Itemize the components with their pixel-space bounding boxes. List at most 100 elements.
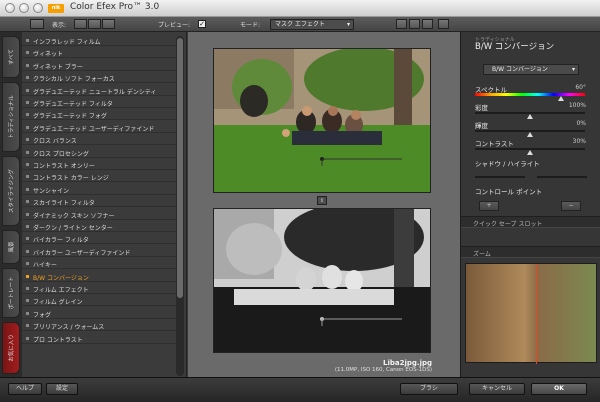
filter-name: サンシャイン <box>33 187 70 195</box>
filter-list-item[interactable]: グラデュエーテッド ユーザーディファインド <box>22 122 178 133</box>
filter-list-item[interactable]: ダイナミック スキン ソフナー <box>22 209 178 220</box>
brightness-label: 輝度 <box>475 122 488 130</box>
bullet-icon <box>26 51 29 55</box>
brightness-value: 0% <box>576 120 586 127</box>
filter-list-item[interactable]: グラデュエーテッド フォグ <box>22 109 178 121</box>
zoom-section[interactable]: ズーム <box>461 246 600 258</box>
filter-list-item[interactable]: クロス バランス <box>22 134 178 146</box>
ok-button[interactable]: OK <box>531 383 587 395</box>
filter-list-item[interactable]: フィルム グレイン <box>22 295 178 307</box>
filter-name: コントラスト オンリー <box>33 163 95 170</box>
filter-list-item[interactable]: クロス プロセシング <box>22 147 178 158</box>
chevron-down-icon: ▾ <box>346 21 350 28</box>
brush-button[interactable]: ブラシ <box>400 383 458 395</box>
filter-title: B/W コンバージョン <box>475 42 555 52</box>
highlight-slider[interactable] <box>537 176 587 178</box>
preset-value: B/W コンバージョン <box>492 66 548 73</box>
preset-dropdown[interactable]: B/W コンバージョン ▾ <box>483 64 579 75</box>
filter-name: クロス バランス <box>33 138 77 146</box>
preview-checkbox[interactable]: ✓ <box>198 20 206 28</box>
filter-name: グラデュエーテッド ユーザーディファインド <box>33 125 155 133</box>
window-title: Color Efex Pro™ 3.0 <box>70 2 160 12</box>
quick-save-section[interactable]: クイック セーブ スロット <box>461 216 600 228</box>
filter-name: フィルム エフェクト <box>33 287 89 294</box>
eyedropper-icon[interactable] <box>422 19 433 29</box>
close-window-button[interactable] <box>5 3 15 13</box>
cancel-button[interactable]: キャンセル <box>469 383 525 395</box>
filter-list-item[interactable]: ヴィネット <box>22 47 178 59</box>
bullet-icon <box>26 200 29 204</box>
background-color-icon[interactable] <box>438 19 449 29</box>
filter-name: スカイライト フィルタ <box>33 200 95 208</box>
filter-list-item[interactable]: B/W コンバージョン <box>22 271 178 282</box>
side-by-side-view-button[interactable] <box>102 19 115 29</box>
mask-preview-photo <box>213 208 431 353</box>
bullet-icon <box>26 249 29 253</box>
bullet-icon <box>26 299 29 303</box>
tab-favorites[interactable]: お気に入り <box>2 322 20 374</box>
filter-name: インフラレッド フィルム <box>33 39 101 46</box>
tab-portrait[interactable]: ポートレート <box>2 268 20 318</box>
filter-list-item[interactable]: ダークン / ライトン センター <box>22 221 178 232</box>
filter-list-item[interactable]: フォグ <box>22 308 178 319</box>
saturation-label: 彩度 <box>475 104 488 112</box>
minimize-window-button[interactable] <box>19 3 29 13</box>
filter-list-item[interactable]: ブリリアンス / ウォームス <box>22 320 178 332</box>
filter-list-item[interactable]: ハイキー <box>22 258 178 270</box>
filter-list-scrollbar[interactable] <box>176 36 184 376</box>
zoom-tool-icon[interactable] <box>409 19 420 29</box>
filter-list-item[interactable]: グラデュエーテッド フィルタ <box>22 97 178 108</box>
single-view-button[interactable] <box>74 19 87 29</box>
bullet-icon <box>26 101 29 104</box>
toolbar: 表示: プレビュー: ✓ モード: マスク エフェクト ▾ <box>0 17 600 32</box>
filter-name: グラデュエーテッド フォグ <box>33 113 107 121</box>
filter-list-item[interactable]: バイカラー ユーザーディファインド <box>22 246 178 257</box>
filter-controls-panel: トラディショナル B/W コンバージョン B/W コンバージョン ▾ スペクトル… <box>460 32 600 377</box>
saturation-value: 100% <box>568 102 586 109</box>
filter-list-item[interactable]: バイカラー フィルタ <box>22 233 178 245</box>
filter-list-item[interactable]: ヴィネット ブラー <box>22 60 178 71</box>
tab-traditional[interactable]: トラディショナル <box>2 82 20 152</box>
list-view-icon[interactable] <box>30 19 44 29</box>
help-button[interactable]: ヘルプ <box>8 383 42 395</box>
filter-list-item[interactable]: クラシカル ソフト フォーカス <box>22 72 178 84</box>
control-point-label: コントロール ポイント <box>475 188 543 196</box>
split-view-button[interactable] <box>88 19 101 29</box>
tab-landscape[interactable]: 風景 <box>2 230 20 264</box>
settings-button[interactable]: 設定 <box>46 383 78 395</box>
filter-list-item[interactable]: スカイライト フィルタ <box>22 196 178 208</box>
shadow-highlight-label[interactable]: シャドウ / ハイライト <box>475 158 540 168</box>
spectrum-slider[interactable] <box>475 93 585 96</box>
bullet-icon <box>26 311 29 315</box>
filter-name: クロス プロセシング <box>33 150 89 158</box>
filter-list-item[interactable]: フィルム エフェクト <box>22 283 178 294</box>
hand-tool-icon[interactable] <box>396 19 407 29</box>
swap-preview-button[interactable]: ⇕ <box>317 196 327 205</box>
spectrum-slider-thumb[interactable] <box>558 96 564 101</box>
filter-name: フィルム グレイン <box>33 299 83 307</box>
shadow-slider[interactable] <box>475 176 525 178</box>
filter-list-item[interactable]: グラデュエーテッド ニュートラル デンシティ <box>22 85 178 96</box>
preview-area: ⇕ Liba2jpg.jpg (11.0MP, ISO 160, Canon E… <box>188 32 460 377</box>
saturation-slider-thumb[interactable] <box>527 114 533 119</box>
filter-name: フォグ <box>33 311 52 319</box>
tab-stylizing[interactable]: スタイライジング <box>2 156 20 226</box>
zoom-window-button[interactable] <box>33 3 43 13</box>
mode-dropdown[interactable]: マスク エフェクト ▾ <box>270 19 354 30</box>
bullet-icon <box>26 262 29 266</box>
filter-list-item[interactable]: コントラスト カラー レンジ <box>22 171 178 183</box>
filter-list-item[interactable]: インフラレッド フィルム <box>22 35 178 46</box>
spectrum-value: 60° <box>575 84 586 91</box>
remove-control-point-button[interactable]: − <box>561 201 581 211</box>
tab-all[interactable]: すべて <box>2 36 20 78</box>
filter-list-item[interactable]: コントラスト オンリー <box>22 159 178 170</box>
brightness-slider-thumb[interactable] <box>527 132 533 137</box>
add-control-point-button[interactable]: + <box>479 201 499 211</box>
filter-list-item[interactable]: プロ コントラスト <box>22 333 178 344</box>
contrast-slider-thumb[interactable] <box>527 150 533 155</box>
filter-list-item[interactable]: サンシャイン <box>22 184 178 195</box>
bullet-icon <box>26 324 29 328</box>
zoom-preview[interactable] <box>465 263 597 364</box>
scrollbar-thumb[interactable] <box>177 38 183 298</box>
bullet-icon <box>26 76 29 80</box>
